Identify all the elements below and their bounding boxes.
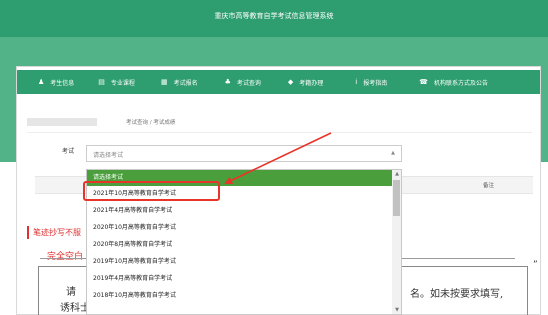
annotation-arrow: [224, 132, 332, 185]
